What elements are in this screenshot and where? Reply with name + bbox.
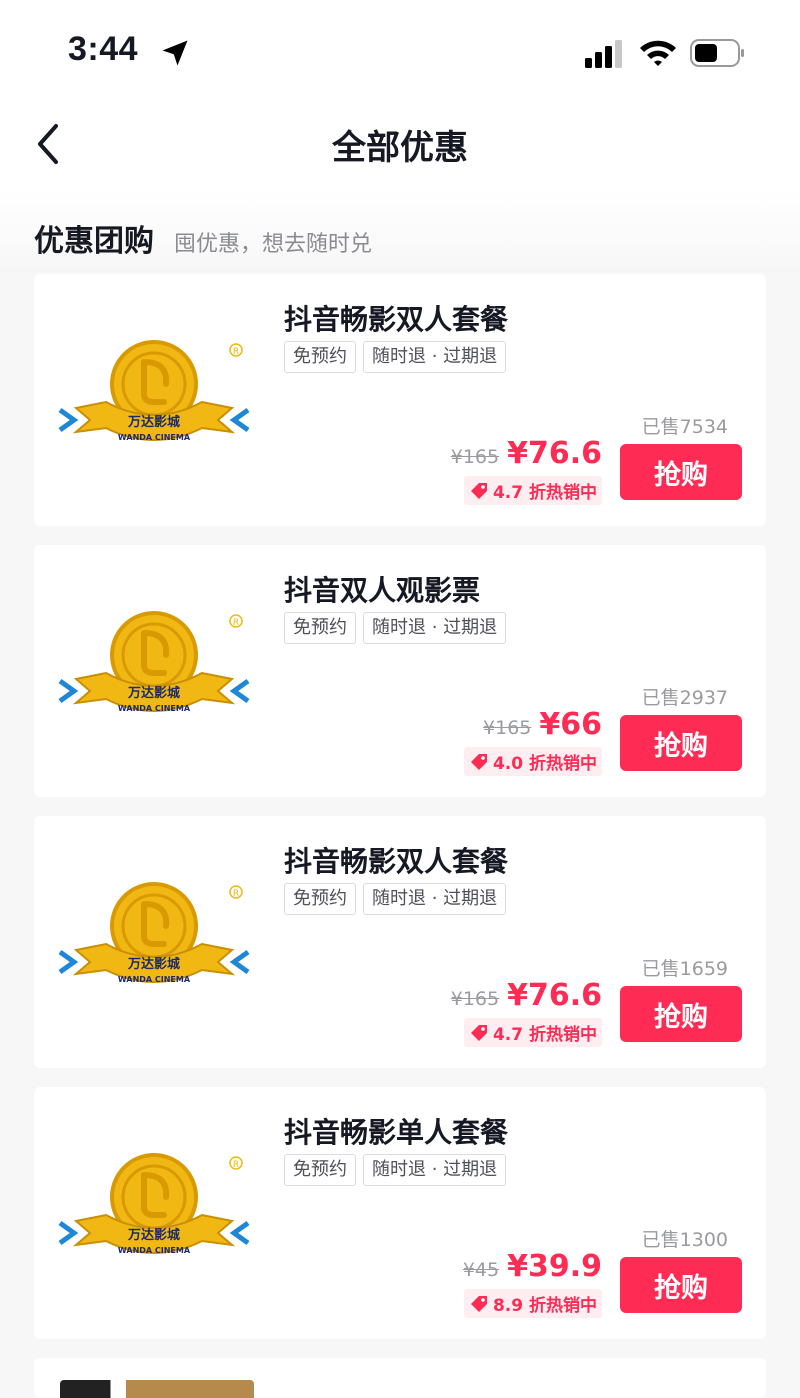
deal-tags: 免预约 随时退 · 过期退 <box>284 341 507 373</box>
battery-icon <box>690 39 744 67</box>
tag-icon <box>470 1295 487 1312</box>
logo-brand-en: WANDA CINEMA <box>118 975 191 984</box>
deal-title: 抖音畅影双人套餐 <box>284 303 509 336</box>
deal-price: ¥66 <box>539 707 602 742</box>
buy-button[interactable]: 抢购 <box>620 1257 742 1313</box>
tag-icon <box>470 1024 487 1041</box>
deal-price: ¥76.6 <box>507 978 602 1013</box>
original-price: ¥165 <box>483 717 532 739</box>
tag-icon <box>470 753 487 770</box>
deal-card-partial[interactable] <box>34 1358 766 1398</box>
deal-card[interactable]: 万达影城 WANDA CINEMA R 抖音畅影单人套餐 免预约 随时退 · 过… <box>34 1087 766 1339</box>
wifi-icon <box>640 40 676 66</box>
sold-count: 已售1300 <box>641 1229 728 1251</box>
discount-text: 8.9 折热销中 <box>492 1296 597 1316</box>
buy-button[interactable]: 抢购 <box>620 444 742 500</box>
logo-brand-en: WANDA CINEMA <box>118 704 191 713</box>
logo-brand-cn: 万达影城 <box>127 685 180 701</box>
wanda-cinema-logo: 万达影城 WANDA CINEMA R <box>58 1153 250 1255</box>
deal-tag: 免预约 <box>284 1154 356 1186</box>
discount-text: 4.7 折热销中 <box>492 1025 597 1045</box>
logo-brand-cn: 万达影城 <box>127 956 180 972</box>
tag-icon <box>470 482 487 499</box>
deal-tag: 免预约 <box>284 883 356 915</box>
wanda-cinema-logo: 万达影城 WANDA CINEMA R <box>58 340 250 442</box>
logo-brand-cn: 万达影城 <box>127 414 180 430</box>
deal-title: 抖音畅影双人套餐 <box>284 845 509 878</box>
discount-text: 4.0 折热销中 <box>492 754 597 774</box>
section-header: 优惠团购 囤优惠，想去随时兑 <box>0 190 800 270</box>
status-time: 3:44 <box>68 30 139 68</box>
buy-button[interactable]: 抢购 <box>620 715 742 771</box>
discount-badge: 4.0 折热销中 <box>463 747 602 776</box>
svg-text:R: R <box>233 889 239 899</box>
deal-tag: 免预约 <box>284 341 356 373</box>
section-subtitle: 囤优惠，想去随时兑 <box>174 232 373 257</box>
deal-tag: 随时退 · 过期退 <box>363 612 507 644</box>
price-box: ¥165 ¥76.6 4.7 折热销中 <box>451 978 602 1047</box>
svg-text:R: R <box>233 618 239 628</box>
logo-brand-cn: 万达影城 <box>127 1227 180 1243</box>
nav-bar: 全部优惠 <box>0 100 800 190</box>
svg-text:R: R <box>233 347 239 357</box>
page-title: 全部优惠 <box>332 128 468 168</box>
logo-brand-en: WANDA CINEMA <box>118 1246 191 1255</box>
deal-tags: 免预约 随时退 · 过期退 <box>284 612 507 644</box>
deal-title: 抖音畅影单人套餐 <box>284 1116 509 1149</box>
discount-badge: 8.9 折热销中 <box>463 1289 602 1318</box>
logo-brand-en: WANDA CINEMA <box>118 433 191 442</box>
sold-count: 已售2937 <box>641 687 728 709</box>
deal-title: 抖音双人观影票 <box>284 574 481 607</box>
deal-card[interactable]: 万达影城 WANDA CINEMA R 抖音双人观影票 免预约 随时退 · 过期… <box>34 545 766 797</box>
original-price: ¥165 <box>450 988 500 1010</box>
deal-tag: 随时退 · 过期退 <box>363 341 507 373</box>
deal-tags: 免预约 随时退 · 过期退 <box>284 883 507 915</box>
sold-count: 已售7534 <box>641 416 728 438</box>
location-arrow-icon <box>162 40 188 66</box>
status-bar: 3:44 <box>0 0 800 100</box>
sold-count: 已售1659 <box>641 958 728 980</box>
svg-text:R: R <box>233 1160 239 1170</box>
wanda-cinema-logo: 万达影城 WANDA CINEMA R <box>58 611 250 713</box>
price-box: ¥165 ¥66 4.0 折热销中 <box>463 707 602 776</box>
deal-card[interactable]: 万达影城 WANDA CINEMA R 抖音畅影双人套餐 免预约 随时退 · 过… <box>34 816 766 1068</box>
price-box: ¥165 ¥76.6 4.7 折热销中 <box>451 436 602 505</box>
signal-icon <box>585 40 622 68</box>
deal-tags: 免预约 随时退 · 过期退 <box>284 1154 507 1186</box>
section-title: 优惠团购 <box>34 224 154 259</box>
discount-text: 4.7 折热销中 <box>492 483 597 503</box>
buy-button[interactable]: 抢购 <box>620 986 742 1042</box>
deal-tag: 免预约 <box>284 612 356 644</box>
deal-card[interactable]: 万达影城 WANDA CINEMA R 抖音畅影双人套餐 免预约 随时退 · 过… <box>34 274 766 526</box>
deal-tag: 随时退 · 过期退 <box>363 1154 507 1186</box>
deal-price: ¥76.6 <box>507 436 602 471</box>
price-box: ¥45 ¥39.9 8.9 折热销中 <box>463 1249 602 1318</box>
wanda-cinema-logo: 万达影城 WANDA CINEMA R <box>58 882 250 984</box>
deal-thumbnail-partial <box>60 1380 254 1398</box>
original-price: ¥45 <box>462 1259 500 1281</box>
discount-badge: 4.7 折热销中 <box>463 1018 602 1047</box>
deal-tag: 随时退 · 过期退 <box>363 883 507 915</box>
deal-price: ¥39.9 <box>507 1249 602 1284</box>
deal-list: 万达影城 WANDA CINEMA R 抖音畅影双人套餐 免预约 随时退 · 过… <box>34 274 766 1398</box>
discount-badge: 4.7 折热销中 <box>463 476 602 505</box>
original-price: ¥165 <box>450 446 500 468</box>
